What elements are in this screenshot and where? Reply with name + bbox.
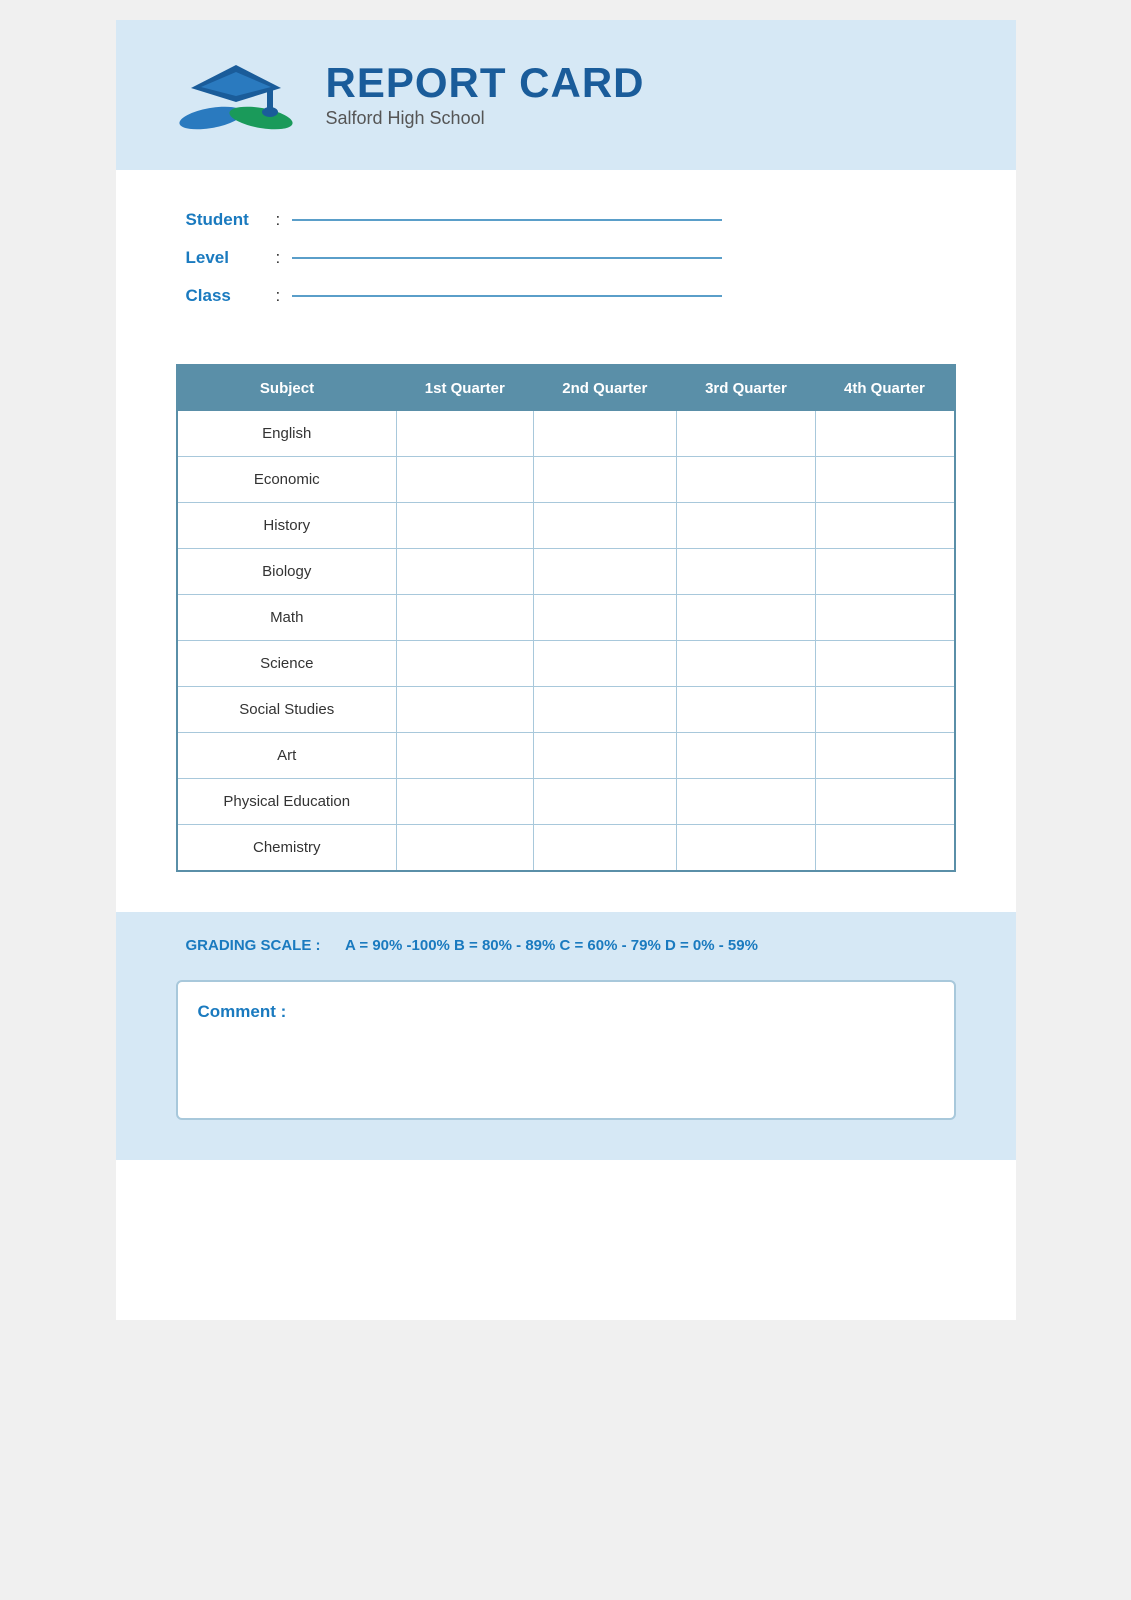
table-section: Subject 1st Quarter 2nd Quarter 3rd Quar…	[116, 354, 1016, 902]
col-q3: 3rd Quarter	[677, 365, 816, 411]
subject-name: Social Studies	[177, 687, 397, 733]
q4-grade	[815, 687, 954, 733]
q3-grade	[677, 779, 816, 825]
q1-grade	[397, 503, 534, 549]
table-row: Economic	[177, 457, 955, 503]
q2-grade	[533, 687, 676, 733]
q1-grade	[397, 595, 534, 641]
col-subject: Subject	[177, 365, 397, 411]
q1-grade	[397, 733, 534, 779]
q2-grade	[533, 733, 676, 779]
q1-grade	[397, 779, 534, 825]
subject-name: Biology	[177, 549, 397, 595]
report-card-title: REPORT CARD	[326, 62, 645, 104]
q2-grade	[533, 503, 676, 549]
subject-name: Economic	[177, 457, 397, 503]
student-colon: :	[276, 210, 281, 230]
q3-grade	[677, 595, 816, 641]
q1-grade	[397, 825, 534, 872]
level-colon: :	[276, 248, 281, 268]
page: REPORT CARD Salford High School Student …	[116, 20, 1016, 1320]
grading-section: GRADING SCALE : A = 90% -100% B = 80% - …	[116, 912, 1016, 980]
q3-grade	[677, 503, 816, 549]
q4-grade	[815, 595, 954, 641]
grades-table: Subject 1st Quarter 2nd Quarter 3rd Quar…	[176, 364, 956, 872]
table-row: Chemistry	[177, 825, 955, 872]
table-row: Physical Education	[177, 779, 955, 825]
col-q4: 4th Quarter	[815, 365, 954, 411]
class-colon: :	[276, 286, 281, 306]
subject-name: Physical Education	[177, 779, 397, 825]
table-row: Science	[177, 641, 955, 687]
header: REPORT CARD Salford High School	[116, 20, 1016, 170]
subject-name: Chemistry	[177, 825, 397, 872]
q2-grade	[533, 411, 676, 457]
header-text: REPORT CARD Salford High School	[326, 62, 645, 129]
q1-grade	[397, 687, 534, 733]
q1-grade	[397, 411, 534, 457]
school-logo	[176, 50, 296, 140]
class-row: Class :	[186, 286, 946, 306]
student-row: Student :	[186, 210, 946, 230]
level-label: Level	[186, 248, 276, 268]
student-info-section: Student : Level : Class :	[116, 170, 1016, 354]
grading-scale-text: GRADING SCALE : A = 90% -100% B = 80% - …	[186, 937, 758, 954]
q4-grade	[815, 411, 954, 457]
class-label: Class	[186, 286, 276, 306]
grading-label: GRADING SCALE :	[186, 937, 321, 954]
subject-name: History	[177, 503, 397, 549]
q1-grade	[397, 549, 534, 595]
table-header-row: Subject 1st Quarter 2nd Quarter 3rd Quar…	[177, 365, 955, 411]
q1-grade	[397, 457, 534, 503]
q2-grade	[533, 457, 676, 503]
student-label: Student	[186, 210, 276, 230]
subject-name: English	[177, 411, 397, 457]
q4-grade	[815, 549, 954, 595]
comment-box: Comment :	[176, 980, 956, 1120]
q3-grade	[677, 825, 816, 872]
table-row: Art	[177, 733, 955, 779]
q4-grade	[815, 825, 954, 872]
table-row: English	[177, 411, 955, 457]
q3-grade	[677, 641, 816, 687]
q2-grade	[533, 595, 676, 641]
q4-grade	[815, 733, 954, 779]
q3-grade	[677, 457, 816, 503]
q2-grade	[533, 779, 676, 825]
grading-scale-values: A = 90% -100% B = 80% - 89% C = 60% - 79…	[345, 937, 758, 954]
q2-grade	[533, 825, 676, 872]
col-q2: 2nd Quarter	[533, 365, 676, 411]
level-line	[292, 257, 722, 259]
comment-section: Comment :	[116, 980, 1016, 1160]
table-row: Math	[177, 595, 955, 641]
comment-label: Comment :	[198, 1002, 934, 1022]
student-line	[292, 219, 722, 221]
q3-grade	[677, 411, 816, 457]
q3-grade	[677, 687, 816, 733]
q2-grade	[533, 549, 676, 595]
q1-grade	[397, 641, 534, 687]
subject-name: Science	[177, 641, 397, 687]
table-row: History	[177, 503, 955, 549]
table-row: Social Studies	[177, 687, 955, 733]
q4-grade	[815, 503, 954, 549]
table-row: Biology	[177, 549, 955, 595]
q2-grade	[533, 641, 676, 687]
subject-name: Math	[177, 595, 397, 641]
col-q1: 1st Quarter	[397, 365, 534, 411]
level-row: Level :	[186, 248, 946, 268]
q4-grade	[815, 779, 954, 825]
q3-grade	[677, 549, 816, 595]
class-line	[292, 295, 722, 297]
school-name: Salford High School	[326, 108, 645, 129]
q4-grade	[815, 641, 954, 687]
subject-name: Art	[177, 733, 397, 779]
q3-grade	[677, 733, 816, 779]
q4-grade	[815, 457, 954, 503]
